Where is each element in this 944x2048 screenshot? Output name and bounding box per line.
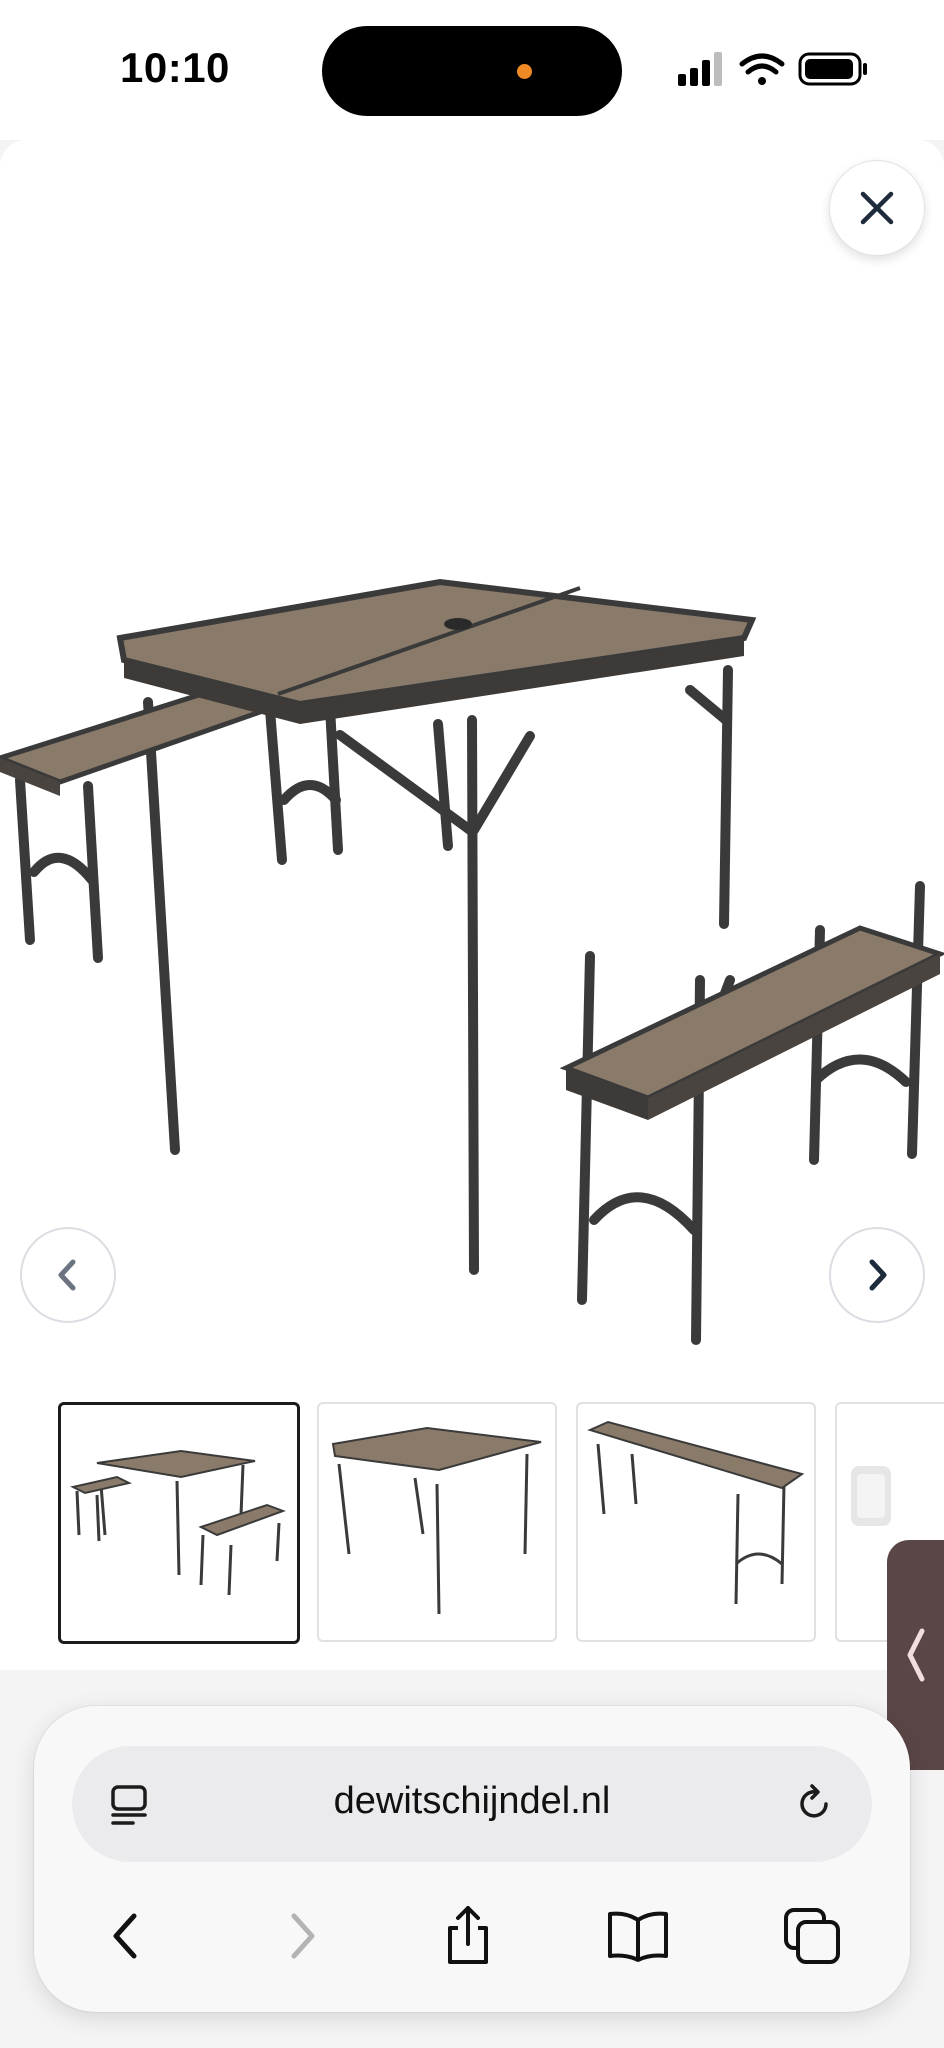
close-icon bbox=[860, 191, 894, 225]
browser-toolbar: dewitschijndel.nl bbox=[34, 1706, 910, 2012]
thumbnail-1-image bbox=[70, 1449, 286, 1596]
forward-button[interactable] bbox=[262, 1896, 342, 1976]
thumbnail-2-image bbox=[331, 1426, 542, 1615]
bookmarks-button[interactable] bbox=[598, 1896, 678, 1976]
status-icons bbox=[672, 48, 872, 92]
thumbnail-strip bbox=[58, 1402, 944, 1644]
page-menu-icon[interactable] bbox=[106, 1782, 152, 1828]
thumbnail-2[interactable] bbox=[317, 1402, 557, 1642]
previous-image-button[interactable] bbox=[20, 1227, 116, 1323]
dynamic-island bbox=[322, 26, 622, 116]
reload-icon[interactable] bbox=[790, 1780, 838, 1828]
status-time: 10:10 bbox=[120, 44, 230, 91]
image-gallery-sheet bbox=[0, 140, 944, 1670]
tabs-button[interactable] bbox=[772, 1896, 852, 1976]
wifi-icon bbox=[739, 53, 785, 85]
share-icon bbox=[448, 1906, 488, 1964]
back-button[interactable] bbox=[86, 1896, 166, 1976]
forward-icon bbox=[291, 1913, 315, 1959]
privacy-indicator-dot bbox=[517, 64, 532, 79]
back-icon bbox=[113, 1913, 137, 1959]
chevron-right-icon bbox=[869, 1259, 887, 1291]
thumbnail-3[interactable] bbox=[576, 1402, 816, 1642]
status-bar: 10:10 bbox=[0, 0, 944, 140]
battery-icon bbox=[798, 52, 867, 86]
thumbnail-3-image bbox=[587, 1420, 805, 1605]
main-product-image bbox=[0, 578, 944, 1345]
bookmarks-icon bbox=[608, 1911, 668, 1962]
cellular-signal-icon bbox=[678, 52, 722, 86]
close-gallery-button[interactable] bbox=[829, 160, 925, 256]
share-button[interactable] bbox=[428, 1896, 508, 1976]
next-image-button[interactable] bbox=[829, 1227, 925, 1323]
url-text: dewitschijndel.nl bbox=[333, 1780, 611, 1822]
chevron-left-icon bbox=[58, 1259, 76, 1291]
tabs-icon bbox=[784, 1908, 840, 1964]
thumbnail-1[interactable] bbox=[58, 1402, 300, 1644]
address-bar[interactable]: dewitschijndel.nl bbox=[72, 1746, 872, 1862]
chevron-left-icon bbox=[907, 1628, 924, 1682]
